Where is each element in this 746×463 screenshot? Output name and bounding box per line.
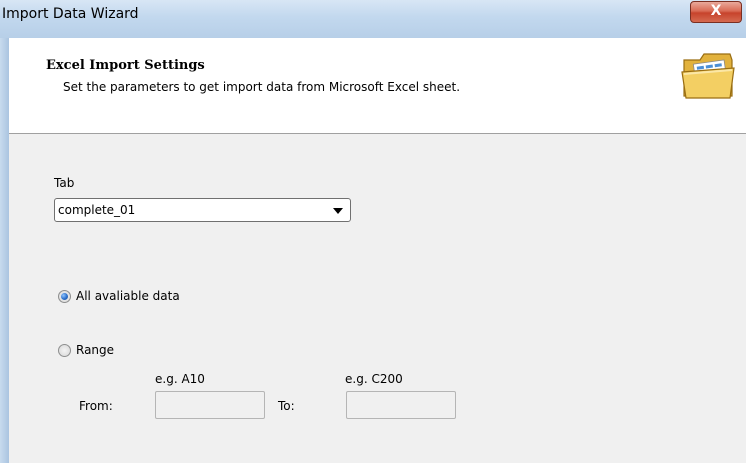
radio-selected-dot xyxy=(61,293,68,300)
from-hint: e.g. A10 xyxy=(155,372,205,386)
window-title: Import Data Wizard xyxy=(2,6,139,22)
close-icon: X xyxy=(710,3,722,19)
header-subtitle: Set the parameters to get import data fr… xyxy=(63,80,461,94)
title-bar: Import Data Wizard X xyxy=(0,0,746,38)
to-hint: e.g. C200 xyxy=(345,372,403,386)
tab-label: Tab xyxy=(54,176,75,190)
from-input[interactable] xyxy=(155,391,265,419)
all-data-label[interactable]: All avaliable data xyxy=(76,289,180,303)
header-title: Excel Import Settings xyxy=(46,58,205,73)
range-label[interactable]: Range xyxy=(76,343,114,357)
wizard-header: Excel Import Settings Set the parameters… xyxy=(9,38,746,134)
folder-icon xyxy=(678,48,738,103)
window-frame-left xyxy=(0,38,9,463)
chevron-down-icon[interactable] xyxy=(333,208,343,214)
close-button[interactable]: X xyxy=(690,1,742,23)
tab-dropdown[interactable]: complete_01 xyxy=(54,198,351,222)
to-label: To: xyxy=(278,399,295,413)
to-input[interactable] xyxy=(346,391,456,419)
tab-dropdown-value: complete_01 xyxy=(58,203,136,217)
from-label: From: xyxy=(79,399,113,413)
all-data-radio[interactable] xyxy=(58,290,71,303)
range-radio[interactable] xyxy=(58,344,71,357)
